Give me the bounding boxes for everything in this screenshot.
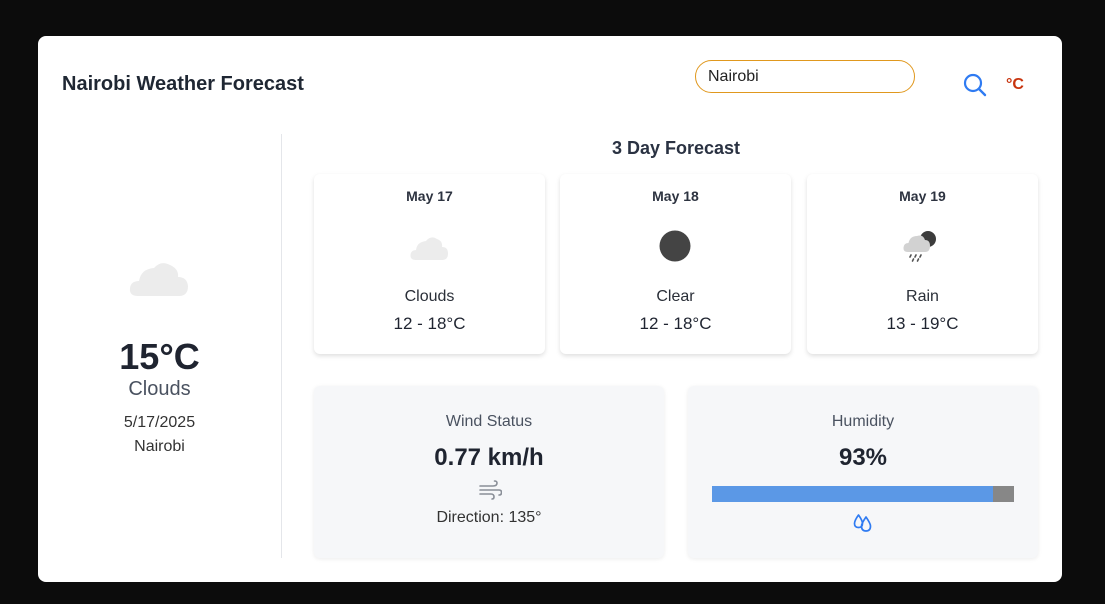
humidity-progress-bar: [712, 486, 1014, 502]
forecast-day-condition: Clouds: [404, 288, 455, 305]
wind-speed-value: 0.77 km/h: [434, 444, 544, 471]
forecast-day-card: May 17 Clouds 12 - 18°C: [314, 174, 545, 354]
forecast-title: 3 Day Forecast: [611, 138, 741, 158]
current-temperature: 15°C: [119, 336, 200, 377]
clouds-icon: [410, 237, 448, 260]
wind-status-label: Wind Status: [445, 413, 533, 430]
forecast-day-range: 12 - 18°C: [393, 314, 466, 333]
forecast-day-condition: Clear: [656, 288, 695, 305]
search-button[interactable]: [962, 72, 988, 98]
search-icon: [963, 73, 987, 97]
humidity-progress-fill: [712, 486, 993, 502]
wind-status-card: Wind Status 0.77 km/h Direction: 135°: [314, 386, 664, 558]
rain-icon: [903, 231, 936, 262]
current-city: Nairobi: [134, 438, 185, 455]
app-title: Nairobi Weather Forecast: [62, 73, 304, 95]
unit-toggle-button[interactable]: °C: [1006, 74, 1024, 96]
clear-icon: [659, 230, 691, 262]
humidity-card: Humidity 93%: [688, 386, 1038, 558]
clouds-icon: [129, 263, 188, 296]
forecast-day-card: May 19 Rain 13 - 19°C: [807, 174, 1038, 354]
forecast-day-card: May 18 Clear 12 - 18°C: [560, 174, 791, 354]
water-drop-icon: [853, 514, 872, 532]
current-date: 5/17/2025: [123, 414, 196, 431]
current-weather-panel: 15°C Clouds 5/17/2025 Nairobi: [38, 134, 282, 558]
wind-direction: Direction: 135°: [436, 509, 542, 526]
forecast-day-range: 12 - 18°C: [639, 314, 712, 333]
forecast-day-range: 13 - 19°C: [886, 314, 959, 333]
forecast-day-condition: Rain: [906, 288, 939, 305]
forecast-day-date: May 19: [899, 188, 946, 204]
weather-app-card: Nairobi Weather Forecast °C 15°C Clouds …: [38, 36, 1062, 582]
current-condition: Clouds: [128, 378, 191, 400]
humidity-value: 93%: [838, 444, 888, 471]
city-search-input[interactable]: [695, 60, 915, 93]
humidity-label: Humidity: [831, 413, 895, 430]
forecast-day-date: May 18: [652, 188, 699, 204]
wind-icon: [479, 480, 502, 500]
forecast-day-date: May 17: [406, 188, 453, 204]
